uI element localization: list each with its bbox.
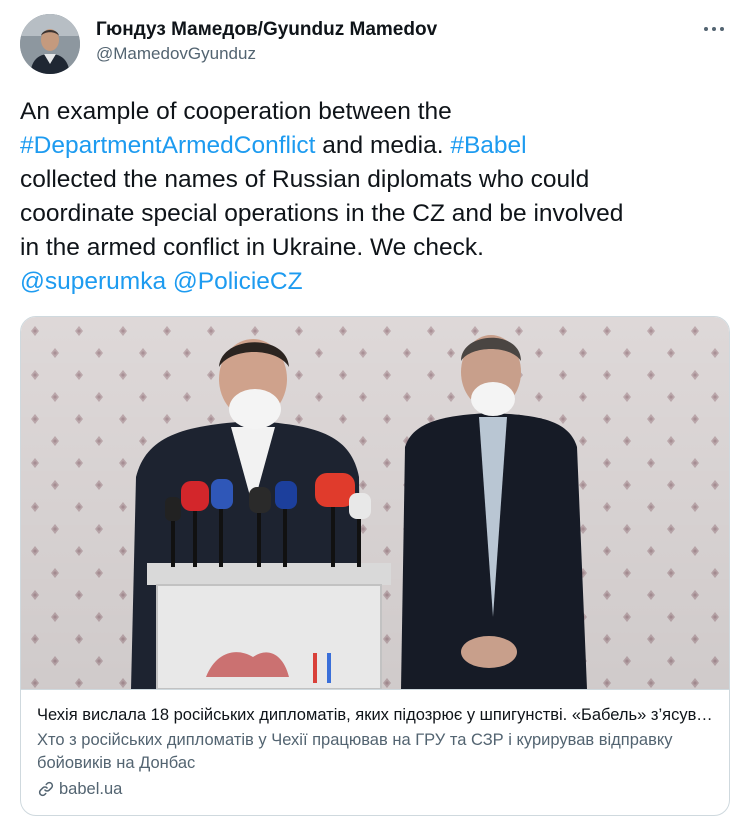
tweet-text-segment: An example of cooperation between the — [20, 98, 452, 125]
author-handle[interactable]: @MamedovGyunduz — [96, 42, 437, 66]
author-names: Гюндуз Мамедов/Gyunduz Mamedov @MamedovG… — [96, 18, 437, 66]
tweet-text-segment — [166, 268, 173, 295]
tweet-text-segment: and media. — [315, 132, 451, 159]
card-image — [21, 317, 729, 690]
link-card[interactable]: Чехія вислала 18 російських дипломатів, … — [20, 316, 730, 816]
author-display-name[interactable]: Гюндуз Мамедов/Gyunduz Mamedov — [96, 18, 437, 42]
tweet-text-segment: collected the names of Russian diplomats… — [20, 166, 590, 193]
tweet-text: An example of cooperation between the #De… — [20, 95, 735, 299]
mention-superumka[interactable]: @superumka — [20, 268, 166, 295]
more-horizontal-icon — [702, 27, 726, 31]
hashtag-babel[interactable]: #Babel — [450, 132, 526, 159]
avatar[interactable] — [20, 14, 80, 74]
mention-policiecz[interactable]: @PolicieCZ — [173, 268, 303, 295]
link-icon — [38, 781, 54, 797]
tweet-text-segment: coordinate special operations in the CZ … — [20, 200, 624, 227]
card-domain[interactable]: babel.ua — [37, 778, 715, 800]
card-title[interactable]: Чехія вислала 18 російських дипломатів, … — [37, 704, 713, 727]
card-description[interactable]: Хто з російських дипломатів у Чехії прац… — [37, 729, 713, 775]
avatar-image — [20, 14, 80, 74]
more-options-button[interactable] — [697, 16, 731, 42]
hashtag-departmentarmedconflict[interactable]: #DepartmentArmedConflict — [20, 132, 315, 159]
card-domain-text: babel.ua — [59, 780, 123, 798]
tweet-header: Гюндуз Мамедов/Gyunduz Mamedov @MamedovG… — [18, 12, 733, 76]
tweet-text-segment: in the armed conflict in Ukraine. We che… — [20, 234, 484, 261]
card-meta: Чехія вислала 18 російських дипломатів, … — [21, 689, 729, 815]
